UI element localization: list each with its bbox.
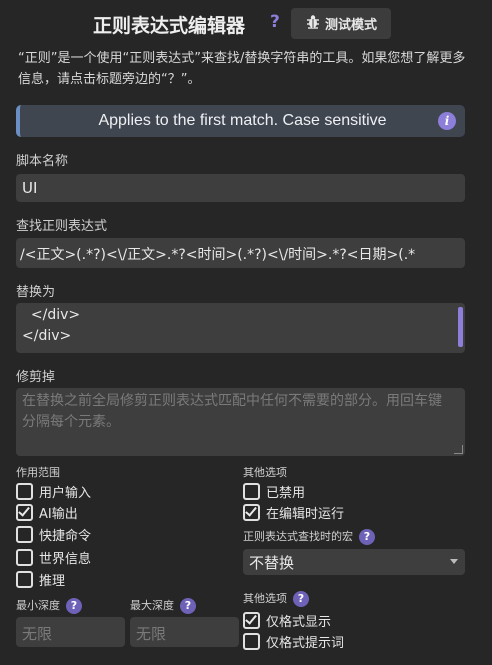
min-depth-input[interactable]: 无限 [16,617,125,647]
resize-handle[interactable] [454,445,463,454]
other-options-2-label: 其他选项 [243,592,287,605]
checkbox[interactable] [16,526,33,543]
scope-reasoning[interactable]: 推理 [16,570,65,589]
info-banner: Applies to the first match. Case sensiti… [16,105,465,137]
scope-ai-output[interactable]: AI输出 [16,503,78,522]
option-run-on-edit[interactable]: 在编辑时运行 [243,503,344,522]
trim-textarea[interactable]: 在替换之前全局修剪正则表达式匹配中任何不需要的部分。用回车键分隔每个元素。 [16,388,465,456]
checkbox[interactable] [16,549,33,566]
find-regex-value: /<正文>(.*?)<\/正文>.*?<时间>(.*?)<\/时间>.*?<日期… [20,247,416,263]
macro-select-value: 不替换 [249,554,295,572]
checkbox-label: 已禁用 [266,486,306,501]
help-icon[interactable]: ? [180,598,196,614]
replace-line-2: </div> [22,328,72,344]
min-depth-label: 最小深度 [16,599,60,612]
checkbox-label: 推理 [39,574,66,589]
macro-label: 正则表达式查找时的宏 [243,530,353,543]
checkbox-label: 仅格式显示 [266,615,332,630]
page-title: 正则表达式编辑器 [93,15,246,37]
checkbox-label: AI输出 [39,507,78,522]
checkbox-label: 快捷命令 [39,529,92,544]
script-name-value: UI [22,179,38,197]
max-depth-placeholder: 无限 [136,625,167,643]
replace-label: 替换为 [16,285,56,300]
checkbox[interactable] [243,483,260,500]
macro-label-row: 正则表达式查找时的宏? [243,528,375,545]
info-banner-text: Applies to the first match. Case sensiti… [98,112,387,129]
chevron-down-icon [450,559,458,564]
find-regex-input[interactable]: /<正文>(.*?)<\/正文>.*?<时间>(.*?)<\/时间>.*?<日期… [16,238,465,268]
scope-user-input[interactable]: 用户输入 [16,482,91,501]
trim-label: 修剪掉 [16,370,56,385]
checkbox-label: 世界信息 [39,552,92,567]
bug-icon [305,14,321,34]
checkbox[interactable] [16,571,33,588]
other-options-label: 其他选项 [243,466,287,479]
scope-world-info[interactable]: 世界信息 [16,548,91,567]
replace-line-1: </div> [22,307,81,323]
replace-textarea[interactable]: </div> </div> [16,303,465,353]
checkbox[interactable] [243,633,260,650]
option-format-display-only[interactable]: 仅格式显示 [243,611,331,630]
find-regex-label: 查找正则表达式 [16,219,108,234]
max-depth-input[interactable]: 无限 [130,617,239,647]
scope-label: 作用范围 [16,466,60,479]
description: “正则”是一个使用“正则表达式”来查找/替换字符串的工具。如果您想了解更多信息，… [18,51,466,87]
help-icon[interactable]: ? [359,529,375,545]
trim-placeholder: 在替换之前全局修剪正则表达式匹配中任何不需要的部分。用回车键分隔每个元素。 [22,393,442,430]
min-depth-label-row: 最小深度? [16,597,82,614]
test-mode-button[interactable]: 测试模式 [291,8,391,39]
checkbox[interactable] [243,504,260,521]
option-format-prompt-only[interactable]: 仅格式提示词 [243,632,344,651]
checkbox-label: 仅格式提示词 [266,636,345,651]
help-icon[interactable]: ? [293,591,309,607]
script-name-input[interactable]: UI [16,174,465,202]
help-icon[interactable]: ? [66,598,82,614]
option-disabled[interactable]: 已禁用 [243,482,305,501]
header: 正则表达式编辑器 ? 测试模式 [0,8,492,40]
checkbox[interactable] [16,504,33,521]
checkbox-label: 在编辑时运行 [266,507,345,522]
replace-scrollbar[interactable] [458,307,463,347]
help-icon[interactable]: ? [270,12,280,32]
min-depth-placeholder: 无限 [22,625,53,643]
checkbox[interactable] [243,612,260,629]
macro-select[interactable]: 不替换 [243,549,465,575]
checkbox-label: 用户输入 [39,486,92,501]
script-name-label: 脚本名称 [16,154,69,169]
max-depth-label-row: 最大深度? [130,597,196,614]
test-mode-label: 测试模式 [324,18,377,33]
max-depth-label: 最大深度 [130,599,174,612]
other-options-2-label-row: 其他选项? [243,590,309,607]
scope-quick-commands[interactable]: 快捷命令 [16,525,91,544]
checkbox[interactable] [16,483,33,500]
info-icon[interactable]: i [438,112,456,130]
